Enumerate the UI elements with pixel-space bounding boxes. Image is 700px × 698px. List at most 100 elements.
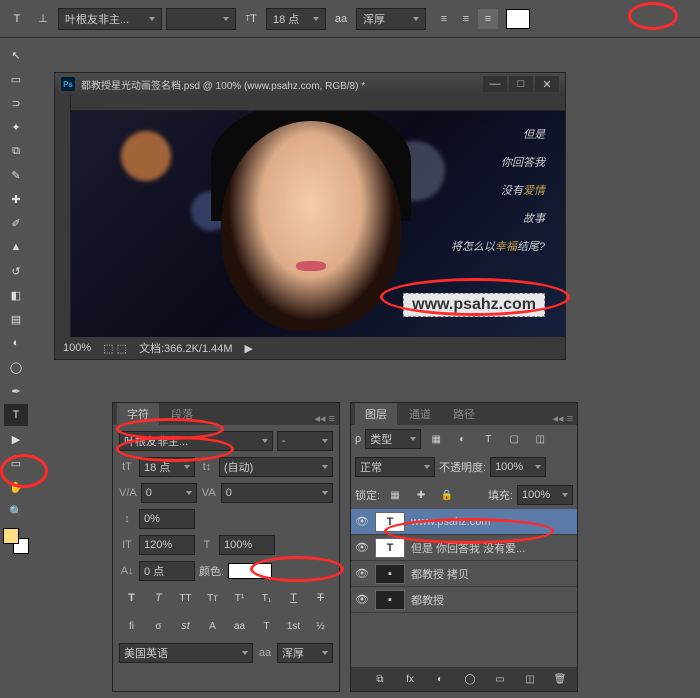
font-family-select[interactable]: 叶根友非主... [58, 8, 162, 30]
filter-type-icon[interactable]: T [477, 430, 499, 448]
layer-filter-select[interactable]: 类型 [365, 429, 421, 449]
filter-shape-icon[interactable]: ▢ [503, 430, 525, 448]
layer-row[interactable]: 👁 ▪ 都教授 [351, 587, 577, 613]
strike-button[interactable]: T [310, 589, 332, 607]
char-tracking-field[interactable]: 0 [221, 483, 333, 503]
move-tool[interactable]: ↖ [4, 44, 28, 66]
type-tool[interactable]: T [4, 404, 28, 426]
new-layer-icon[interactable]: ◫ [519, 670, 541, 688]
align-center-button[interactable]: ≡ [456, 9, 476, 29]
document-titlebar[interactable]: Ps 都教授星光动画签名档.psd @ 100% (www.psahz.com,… [55, 73, 565, 95]
healing-tool[interactable]: ✚ [4, 188, 28, 210]
trash-icon[interactable]: 🗑 [549, 670, 571, 688]
filter-adjust-icon[interactable]: ◐ [451, 430, 473, 448]
italic-button[interactable]: T [148, 589, 170, 607]
tab-paths[interactable]: 路径 [443, 403, 485, 425]
canvas-poem-text: 但是 你回答我 没有爱情 故事 将怎么以幸福结尾? [451, 121, 545, 261]
fill-field[interactable]: 100% [517, 485, 573, 505]
visibility-icon[interactable]: 👁 [355, 541, 369, 554]
tab-layers[interactable]: 图层 [355, 403, 397, 425]
superscript-button[interactable]: T¹ [229, 589, 251, 607]
toolbox: ↖ ▭ ⊃ ✦ ⧉ ✎ ✚ ✐ ▲ ↺ ◧ ▤ ◐ ◯ ✒ T ▶ ▭ ✋ 🔍 [0, 38, 32, 698]
tab-character[interactable]: 字符 [117, 403, 159, 425]
foreground-background-colors[interactable] [3, 528, 29, 554]
wand-tool[interactable]: ✦ [4, 116, 28, 138]
font-size-select[interactable]: 18 点 [266, 8, 326, 30]
lock-all-icon[interactable]: 🔒 [436, 486, 458, 504]
layer-row[interactable]: 👁 T 但是 你回答我 没有爱... [351, 535, 577, 561]
color-label: 颜色: [199, 563, 224, 579]
zoom-level[interactable]: 100% [63, 342, 91, 354]
layer-row[interactable]: 👁 T www.psahz.com [351, 509, 577, 535]
layer-name[interactable]: 但是 你回答我 没有爱... [411, 540, 525, 556]
blend-mode-select[interactable]: 正常 [355, 457, 435, 477]
char-vscale-field[interactable]: 0% [139, 509, 195, 529]
lasso-tool[interactable]: ⊃ [4, 92, 28, 114]
crop-tool[interactable]: ⧉ [4, 140, 28, 162]
visibility-icon[interactable]: 👁 [355, 567, 369, 580]
filter-smart-icon[interactable]: ◫ [529, 430, 551, 448]
brush-tool[interactable]: ✐ [4, 212, 28, 234]
layer-name[interactable]: www.psahz.com [411, 516, 490, 528]
layer-name[interactable]: 都教授 拷贝 [411, 566, 469, 582]
maximize-button[interactable]: □ [509, 76, 533, 92]
eyedropper-tool[interactable]: ✎ [4, 164, 28, 186]
link-layers-icon[interactable]: ⧉ [369, 670, 391, 688]
stamp-tool[interactable]: ▲ [4, 236, 28, 258]
char-size-field[interactable]: 18 点 [139, 457, 195, 477]
filter-pixel-icon[interactable]: ▦ [425, 430, 447, 448]
adjustment-icon[interactable]: ◯ [459, 670, 481, 688]
marquee-tool[interactable]: ▭ [4, 68, 28, 90]
group-icon[interactable]: ▭ [489, 670, 511, 688]
fx-icon[interactable]: fx [399, 670, 421, 688]
underline-button[interactable]: T [283, 589, 305, 607]
antialias-select[interactable]: 浑厚 [356, 8, 426, 30]
zoom-tool[interactable]: 🔍 [4, 500, 28, 522]
canvas[interactable]: 但是 你回答我 没有爱情 故事 将怎么以幸福结尾? www.psahz.com [71, 111, 565, 337]
history-brush-tool[interactable]: ↺ [4, 260, 28, 282]
subscript-button[interactable]: T₁ [256, 589, 278, 607]
minimize-button[interactable]: — [483, 76, 507, 92]
char-color-swatch[interactable] [228, 563, 272, 579]
smallcaps-button[interactable]: Tᴛ [202, 589, 224, 607]
char-baseline-field[interactable]: 0 点 [139, 561, 195, 581]
tab-paragraph[interactable]: 段落 [161, 403, 203, 425]
text-color-swatch[interactable] [506, 9, 530, 29]
shape-tool[interactable]: ▭ [4, 452, 28, 474]
font-style-select[interactable] [166, 8, 236, 30]
allcaps-button[interactable]: TT [175, 589, 197, 607]
lock-pixels-icon[interactable]: ▦ [384, 486, 406, 504]
char-lang-select[interactable]: 美国英语 [119, 643, 253, 663]
aa-icon: aa [330, 8, 352, 30]
tab-channels[interactable]: 通道 [399, 403, 441, 425]
align-left-button[interactable]: ≡ [434, 9, 454, 29]
char-aa-select[interactable]: 浑厚 [277, 643, 333, 663]
visibility-icon[interactable]: 👁 [355, 593, 369, 606]
mask-icon[interactable]: ◐ [429, 670, 451, 688]
opacity-field[interactable]: 100% [490, 457, 546, 477]
lock-position-icon[interactable]: ✚ [410, 486, 432, 504]
gradient-tool[interactable]: ▤ [4, 308, 28, 330]
char-width-field[interactable]: 100% [219, 535, 275, 555]
dodge-tool[interactable]: ◯ [4, 356, 28, 378]
hand-tool[interactable]: ✋ [4, 476, 28, 498]
char-leading-field[interactable]: (自动) [219, 457, 333, 477]
type-style-row: T T TT Tᴛ T¹ T₁ T T [119, 587, 333, 609]
ps-icon: Ps [61, 77, 75, 91]
close-button[interactable]: ✕ [535, 76, 559, 92]
char-kerning-field[interactable]: 0 [141, 483, 197, 503]
orientation-icon[interactable]: ⊥ [32, 8, 54, 30]
eraser-tool[interactable]: ◧ [4, 284, 28, 306]
align-right-button[interactable]: ≡ [478, 9, 498, 29]
layer-row[interactable]: 👁 ▪ 都教授 拷贝 [351, 561, 577, 587]
char-font-select[interactable]: 叶根友非主... [119, 431, 273, 451]
bold-button[interactable]: T [121, 589, 143, 607]
char-height-field[interactable]: 120% [139, 535, 195, 555]
pen-tool[interactable]: ✒ [4, 380, 28, 402]
canvas-url-text[interactable]: www.psahz.com [403, 293, 545, 317]
layer-name[interactable]: 都教授 [411, 592, 444, 608]
char-style-select[interactable]: - [277, 431, 333, 451]
path-select-tool[interactable]: ▶ [4, 428, 28, 450]
blur-tool[interactable]: ◐ [4, 332, 28, 354]
visibility-icon[interactable]: 👁 [355, 515, 369, 528]
